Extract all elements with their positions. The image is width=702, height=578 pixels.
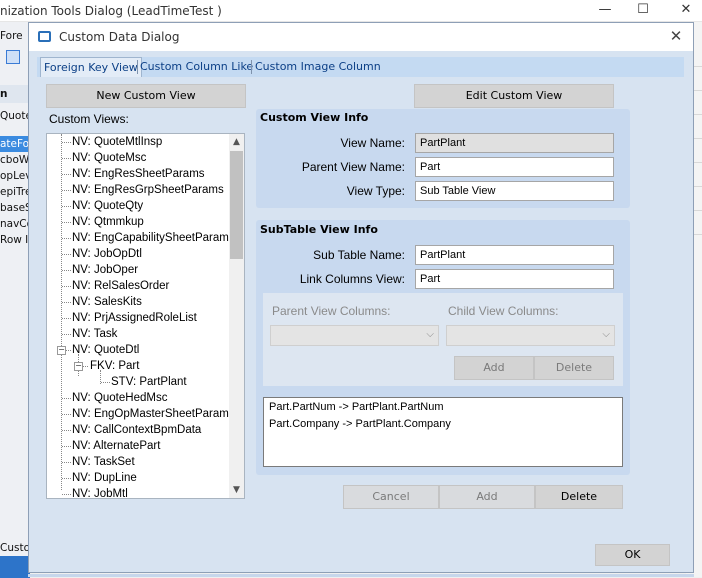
dialog-app-icon xyxy=(38,31,51,42)
background-menu-label[interactable]: Fore xyxy=(0,28,30,44)
background-left-item[interactable]: Row I xyxy=(0,232,30,248)
background-bottom-label: Custom xyxy=(0,542,30,554)
tree-node-label: NV: Task xyxy=(72,328,118,340)
background-left-item[interactable]: cboW xyxy=(0,152,30,168)
tree-node-label: NV: TaskSet xyxy=(72,456,135,468)
child-view-columns-select[interactable]: ⌵ xyxy=(446,325,615,346)
tree-node-label: NV: RelSalesOrder xyxy=(72,280,170,292)
tree-node-label: NV: QuoteHedMsc xyxy=(72,392,168,404)
background-left-item[interactable]: navCo xyxy=(0,216,30,232)
background-window-title: nization Tools Dialog (LeadTimeTest ) xyxy=(0,4,222,18)
mapping-item[interactable]: Part.Company -> PartPlant.Company xyxy=(269,418,451,430)
tree-connector xyxy=(61,134,62,490)
collapse-icon[interactable]: − xyxy=(57,346,66,355)
background-left-item[interactable]: epiTre xyxy=(0,184,30,200)
child-view-columns-label: Child View Columns: xyxy=(448,304,559,318)
tree-node-label: NV: QuoteMtlInsp xyxy=(72,136,163,148)
tree-node-label: NV: QuoteDtl xyxy=(72,344,140,356)
column-mapping-list[interactable]: Part.PartNum -> PartPlant.PartNum Part.C… xyxy=(263,397,623,467)
tab-custom-column-like[interactable]: Custom Column Like xyxy=(137,57,256,77)
tree-node-label: STV: PartPlant xyxy=(111,376,187,388)
collapse-icon[interactable]: − xyxy=(74,362,83,371)
parent-view-name-field[interactable]: Part xyxy=(415,157,614,177)
tab-custom-image-column[interactable]: Custom Image Column xyxy=(252,57,384,77)
parent-view-name-label: Parent View Name: xyxy=(301,160,405,174)
dialog-close-icon[interactable]: ✕ xyxy=(665,27,687,47)
dialog-title: Custom Data Dialog xyxy=(59,30,180,44)
link-columns-view-field[interactable]: Part xyxy=(415,269,614,289)
chevron-down-icon: ⌵ xyxy=(602,329,610,340)
chevron-down-icon: ⌵ xyxy=(426,329,434,340)
maximize-icon[interactable]: ☐ xyxy=(633,2,653,20)
cancel-button[interactable]: Cancel xyxy=(343,485,439,509)
tree-node-label: NV: SalesKits xyxy=(72,296,142,308)
tree-node-label: NV: JobMtl xyxy=(72,488,128,499)
toolbar-icon[interactable] xyxy=(6,50,20,64)
custom-views-tree[interactable]: NV: QuoteMtlInsp NV: QuoteMsc NV: EngRes… xyxy=(46,133,245,499)
close-icon[interactable]: ✕ xyxy=(676,2,696,20)
tree-node-label: NV: JobOper xyxy=(72,264,139,276)
background-left-item[interactable]: baseS xyxy=(0,200,30,216)
delete-mapping-button[interactable]: Delete xyxy=(534,356,614,380)
custom-data-dialog: Custom Data Dialog ✕ Foreign Key View Cu… xyxy=(28,22,694,573)
tree-node-label: NV: EngResSheetParams xyxy=(72,168,205,180)
tab-foreign-key-view[interactable]: Foreign Key View xyxy=(40,57,142,77)
mapping-item[interactable]: Part.PartNum -> PartPlant.PartNum xyxy=(269,401,444,413)
ok-button[interactable]: OK xyxy=(595,544,670,566)
tree-node-label: NV: QuoteQty xyxy=(72,200,144,212)
tree-node-label: NV: AlternatePart xyxy=(72,440,161,452)
tree-node-label: NV: EngCapabilitySheetParams xyxy=(72,232,235,244)
parent-view-columns-select[interactable]: ⌵ xyxy=(270,325,439,346)
background-left-item[interactable]: opLev xyxy=(0,168,30,184)
tree-node-label: NV: Qtmmkup xyxy=(72,216,144,228)
tree-node-label: NV: DupLine xyxy=(72,472,137,484)
view-name-field[interactable]: PartPlant xyxy=(415,133,614,153)
background-title-bar: nization Tools Dialog (LeadTimeTest ) — … xyxy=(0,0,702,22)
background-left-item[interactable]: Quote xyxy=(0,108,30,124)
scroll-up-icon[interactable]: ▲ xyxy=(229,134,244,150)
minimize-icon[interactable]: — xyxy=(595,2,615,20)
dialog-title-bar: Custom Data Dialog ✕ xyxy=(29,23,693,51)
scroll-down-icon[interactable]: ▼ xyxy=(229,482,244,498)
tree-node-label: NV: JobOpDtl xyxy=(72,248,142,260)
sub-table-name-field[interactable]: PartPlant xyxy=(415,245,614,265)
tree-node-label: NV: EngResGrpSheetParams xyxy=(72,184,224,196)
delete-button[interactable]: Delete xyxy=(535,485,623,509)
view-name-label: View Name: xyxy=(340,136,405,150)
background-left-item: n xyxy=(0,88,8,100)
tree-node-label: NV: EngOpMasterSheetParams xyxy=(72,408,235,420)
edit-custom-view-button[interactable]: Edit Custom View xyxy=(414,84,614,108)
tree-node-label: NV: PrjAssignedRoleList xyxy=(72,312,197,324)
tree-node-label: FKV: Part xyxy=(90,360,140,372)
parent-view-columns-label: Parent View Columns: xyxy=(272,304,391,318)
background-left-panel: Fore n Quote ateFor cboW opLev epiTre ba… xyxy=(0,22,30,578)
background-thumbnail xyxy=(0,556,30,578)
custom-view-info-heading: Custom View Info xyxy=(260,111,369,124)
link-columns-view-label: Link Columns View: xyxy=(299,272,405,286)
add-button[interactable]: Add xyxy=(439,485,535,509)
view-type-label: View Type: xyxy=(346,184,405,198)
background-left-item[interactable]: ateFor xyxy=(0,136,30,152)
tree-node-label: NV: CallContextBpmData xyxy=(72,424,202,436)
custom-views-label: Custom Views: xyxy=(49,112,129,126)
tree-node-label: NV: QuoteMsc xyxy=(72,152,147,164)
new-custom-view-button[interactable]: New Custom View xyxy=(46,84,246,108)
add-mapping-button[interactable]: Add xyxy=(454,356,534,380)
scrollbar-thumb[interactable] xyxy=(230,151,243,259)
sub-table-name-label: Sub Table Name: xyxy=(313,248,405,262)
view-type-field[interactable]: Sub Table View xyxy=(415,181,614,201)
subtable-view-info-heading: SubTable View Info xyxy=(260,223,378,236)
